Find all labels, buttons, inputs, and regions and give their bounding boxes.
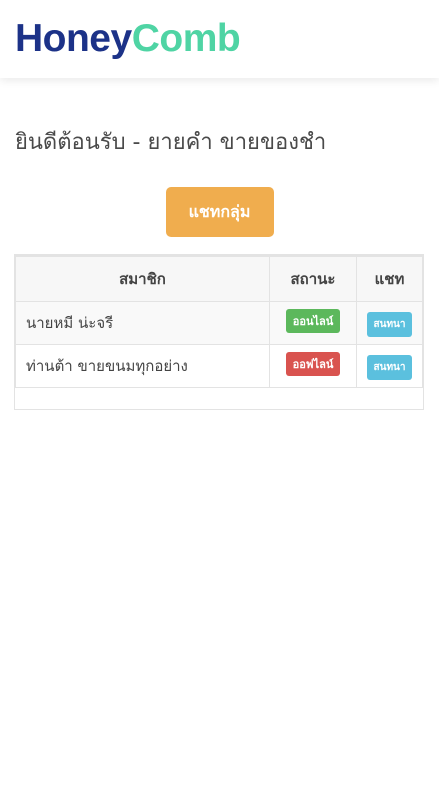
chat-button[interactable]: สนทนา [366,355,413,380]
header-chat: แชท [356,255,423,302]
member-name: นายหมี น่ะจรี [15,301,270,345]
member-name: ท่านต้า ขายขนมทุกอย่าง [15,344,270,388]
group-chat-button[interactable]: แชทกลุ่ม [165,187,274,237]
status-badge-offline: ออฟไลน์ [285,352,341,376]
header-member: สมาชิก [15,255,270,302]
brand-logo[interactable]: HoneyComb [15,17,241,61]
table-row: นายหมี น่ะจรี ออนไลน์ สนทนา [15,301,423,345]
members-table: สมาชิก สถานะ แชท นายหมี น่ะจรี ออนไลน์ ส… [15,255,423,388]
table-footer [15,388,423,409]
header-status: สถานะ [269,255,357,302]
status-badge-online: ออนไลน์ [285,309,341,333]
members-table-container: สมาชิก สถานะ แชท นายหมี น่ะจรี ออนไลน์ ส… [14,254,424,410]
navbar: HoneyComb [0,0,439,78]
table-header-row: สมาชิก สถานะ แชท [15,255,423,302]
brand-honey: Honey [15,17,132,60]
group-chat-wrap: แชทกลุ่ม [0,187,439,237]
chat-button[interactable]: สนทนา [366,312,413,337]
welcome-heading: ยินดีต้อนรับ - ยายคำ ขายของชำ [15,130,327,155]
table-row: ท่านต้า ขายขนมทุกอย่าง ออฟไลน์ สนทนา [15,344,423,388]
brand-comb: Comb [131,17,241,60]
